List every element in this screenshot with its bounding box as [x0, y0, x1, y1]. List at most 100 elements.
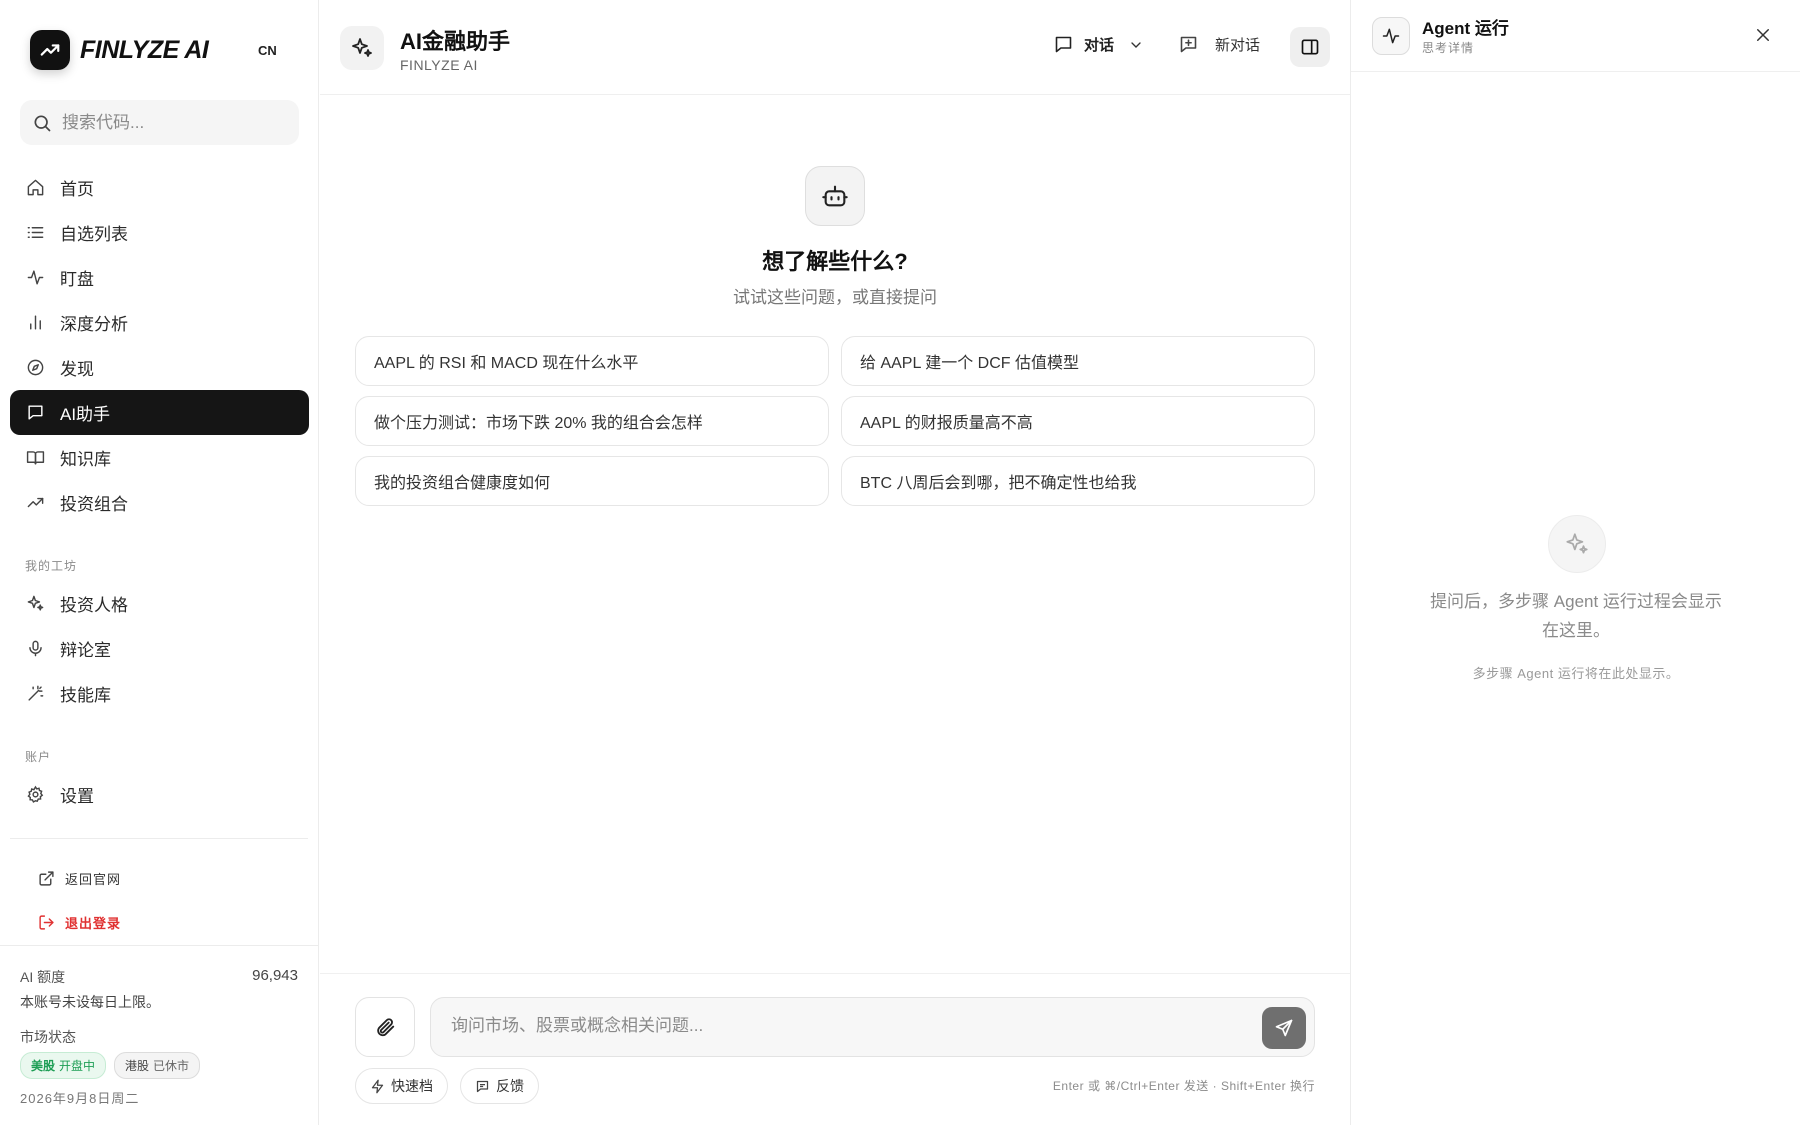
market-name: 美股: [31, 1059, 56, 1073]
nav-item-persona[interactable]: 投资人格: [10, 581, 309, 626]
search-box[interactable]: [20, 100, 299, 145]
market-status: 开盘中: [59, 1059, 96, 1073]
suggestion-chip[interactable]: BTC 八周后会到哪，把不确定性也给我: [841, 456, 1315, 506]
agent-panel-subtitle: 思考详情: [1422, 41, 1475, 55]
divider: [320, 973, 1350, 974]
market-badges: 美股 开盘中 港股 已休市: [20, 1052, 201, 1079]
nav-item-monitor[interactable]: 盯盘: [10, 255, 309, 300]
section-label-account: 账户: [25, 750, 52, 764]
market-name: 港股: [125, 1059, 150, 1073]
quota-label: AI 额度: [20, 969, 66, 985]
language-switch[interactable]: CN: [258, 43, 277, 58]
brand-logo-icon: [30, 30, 70, 70]
compass-icon: [25, 358, 45, 378]
nav-label: AI助手: [60, 405, 111, 424]
list-icon: [25, 223, 45, 243]
workshop-nav: 投资人格 辩论室 技能库: [10, 581, 309, 716]
market-status: 已休市: [153, 1059, 190, 1073]
nav-label: 投资组合: [60, 495, 128, 514]
nav-item-deep-analysis[interactable]: 深度分析: [10, 300, 309, 345]
nav-item-debate[interactable]: 辩论室: [10, 626, 309, 671]
chevron-down-icon: [1128, 37, 1144, 53]
sparkles-icon: [25, 594, 45, 614]
nav-item-home[interactable]: 首页: [10, 165, 309, 210]
activity-icon: [25, 268, 45, 288]
status-badge-hk: 港股 已休市: [114, 1052, 201, 1079]
nav-item-skills[interactable]: 技能库: [10, 671, 309, 716]
feedback-button[interactable]: 反馈: [460, 1068, 539, 1104]
quick-mode-label: 快速档: [391, 1078, 433, 1094]
agent-panel: Agent 运行 思考详情 提问后，多步骤 Agent 运行过程会显示在这里。 …: [1350, 0, 1800, 1125]
agent-panel-title: Agent 运行: [1422, 19, 1509, 38]
market-status-label: 市场状态: [20, 1029, 76, 1045]
logout-link[interactable]: 退出登录: [38, 913, 121, 932]
nav-label: 盯盘: [60, 270, 94, 289]
suggestion-chip[interactable]: AAPL 的财报质量高不高: [841, 396, 1315, 446]
page-subtitle: FINLYZE AI: [400, 57, 478, 73]
mic-icon: [25, 639, 45, 659]
nav-item-discover[interactable]: 发现: [10, 345, 309, 390]
close-icon[interactable]: [1754, 26, 1772, 44]
bar-chart-icon: [25, 313, 45, 333]
conversation-mode-dropdown[interactable]: 对话: [1053, 34, 1144, 55]
suggestion-chip[interactable]: 做个压力测试：市场下跌 20% 我的组合会怎样: [355, 396, 829, 446]
quick-mode-button[interactable]: 快速档: [355, 1068, 448, 1104]
suggestion-chip[interactable]: 给 AAPL 建一个 DCF 估值模型: [841, 336, 1315, 386]
sidebar: FINLYZE AI CN 首页 自选列表 盯盘 深度分析 发现: [0, 0, 319, 1125]
nav-label: 发现: [60, 360, 94, 379]
divider: [10, 838, 308, 839]
nav-item-ai-assistant[interactable]: AI助手: [10, 390, 309, 435]
agent-panel-header: Agent 运行 思考详情: [1351, 0, 1800, 72]
nav-label: 技能库: [60, 686, 111, 705]
new-message-icon: [1178, 34, 1199, 55]
feedback-icon: [475, 1079, 490, 1094]
message-icon: [1053, 34, 1074, 55]
logout-label: 退出登录: [65, 916, 122, 931]
bot-icon: [805, 166, 865, 226]
nav-label: 自选列表: [60, 225, 128, 244]
nav-item-knowledge[interactable]: 知识库: [10, 435, 309, 480]
empty-state-subtitle: 试试这些问题，或直接提问: [733, 288, 937, 307]
wand-icon: [25, 684, 45, 704]
toggle-panel-button[interactable]: [1290, 27, 1330, 67]
lightning-icon: [370, 1079, 385, 1094]
activity-icon: [1372, 17, 1410, 55]
send-button[interactable]: [1262, 1007, 1306, 1049]
nav-item-settings[interactable]: 设置: [10, 772, 309, 817]
chat-header: AI金融助手 FINLYZE AI 对话 新对话: [320, 0, 1350, 95]
nav-label: 首页: [60, 180, 94, 199]
nav-item-watchlist[interactable]: 自选列表: [10, 210, 309, 255]
brand[interactable]: FINLYZE AI: [30, 30, 209, 70]
agent-empty-note: 多步骤 Agent 运行将在此处显示。: [1472, 666, 1680, 681]
logout-icon: [38, 914, 55, 931]
nav-label: 知识库: [60, 450, 111, 469]
nav-label: 投资人格: [60, 596, 128, 615]
back-to-site-link[interactable]: 返回官网: [38, 869, 121, 888]
search-input[interactable]: [62, 112, 282, 133]
external-link-icon: [38, 870, 55, 887]
empty-state-title: 想了解些什么?: [762, 249, 908, 274]
chat-main: AI金融助手 FINLYZE AI 对话 新对话 想了解些什么? 试试这些问题，…: [320, 0, 1350, 1125]
nav-label: 辩论室: [60, 641, 111, 660]
nav-item-portfolio[interactable]: 投资组合: [10, 480, 309, 525]
chat-input[interactable]: [451, 1016, 1231, 1036]
nav-label: 深度分析: [60, 315, 128, 334]
new-chat-label: 新对话: [1215, 37, 1261, 54]
divider: [0, 945, 319, 946]
suggestion-chip[interactable]: 我的投资组合健康度如何: [355, 456, 829, 506]
chat-input-box[interactable]: [430, 997, 1315, 1057]
home-icon: [25, 178, 45, 198]
section-label-workshop: 我的工坊: [25, 559, 78, 573]
search-icon: [32, 113, 52, 133]
book-icon: [25, 448, 45, 468]
paperclip-icon: [374, 1016, 396, 1038]
current-date: 2026年9月8日周二: [20, 1091, 140, 1106]
back-to-site-label: 返回官网: [65, 872, 122, 887]
brand-name: FINLYZE AI: [80, 35, 209, 64]
new-chat-button[interactable]: 新对话: [1178, 34, 1260, 55]
feedback-label: 反馈: [496, 1078, 524, 1094]
quota-note: 本账号未设每日上限。: [20, 994, 160, 1010]
attach-button[interactable]: [355, 997, 415, 1057]
mode-label: 对话: [1084, 37, 1115, 54]
suggestion-chip[interactable]: AAPL 的 RSI 和 MACD 现在什么水平: [355, 336, 829, 386]
